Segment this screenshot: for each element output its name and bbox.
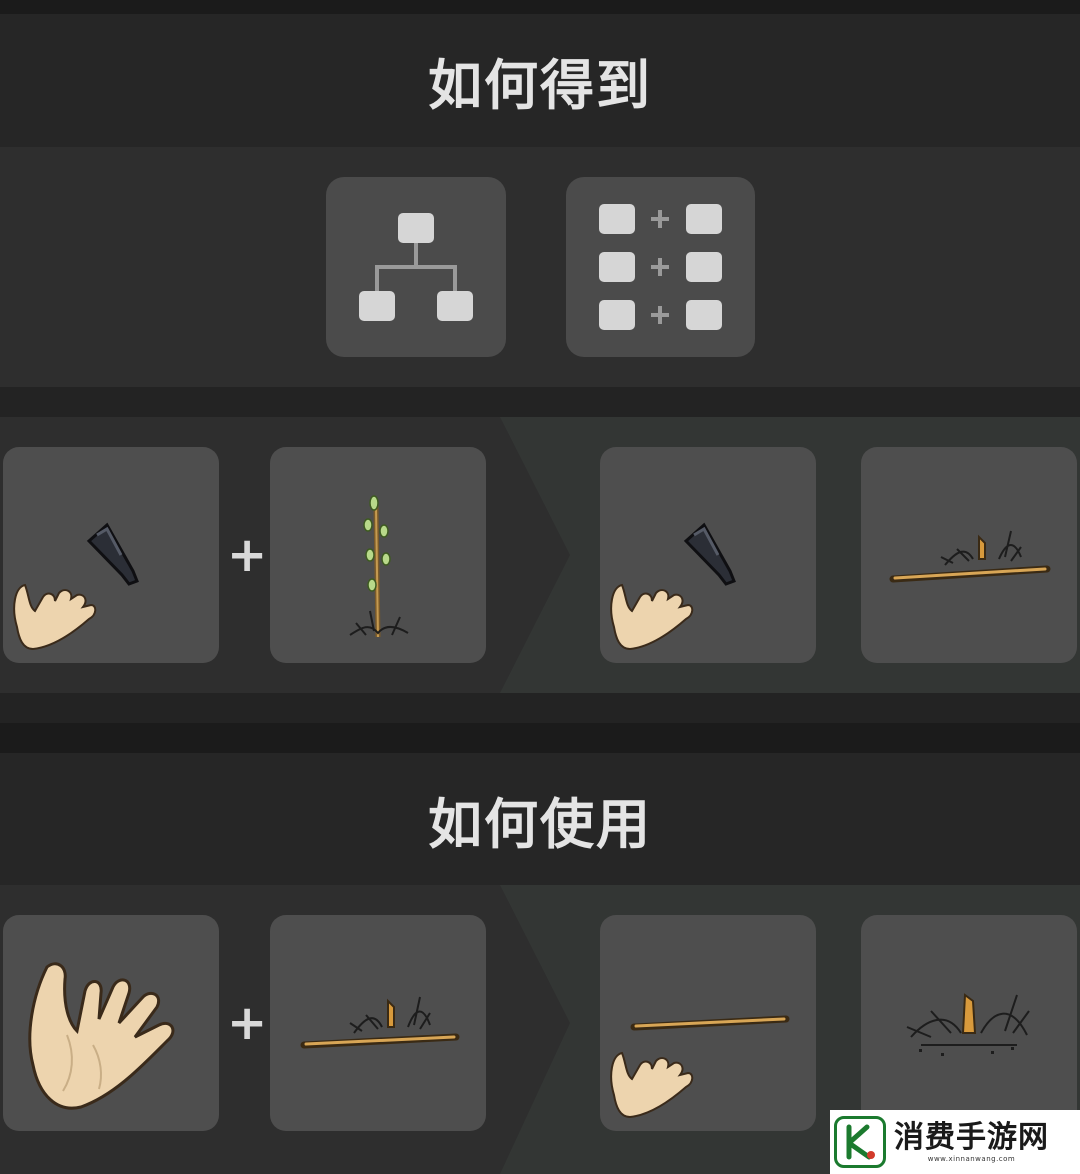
output-slot-tinder[interactable] (861, 915, 1077, 1131)
output-slot-hand-flint[interactable] (600, 447, 816, 663)
plus-sign: + (227, 527, 268, 583)
recipe-grid-icon (599, 204, 722, 330)
gap-2 (0, 693, 1080, 723)
dry-tinder-icon (906, 993, 1030, 1056)
sapling-icon (349, 495, 409, 638)
recipe-list-button[interactable] (566, 177, 755, 357)
obtain-recipe-row: + (0, 417, 1080, 693)
output-slot-kindling[interactable] (861, 447, 1077, 663)
use-section-title: 如何使用 (428, 792, 652, 856)
tree-view-button[interactable] (326, 177, 506, 357)
gap-1 (0, 387, 1080, 417)
watermark-logo-icon (834, 1116, 886, 1168)
input-slot-sapling[interactable] (270, 447, 486, 663)
obtain-title-band: 如何得到 (0, 14, 1080, 147)
hand-with-flint-icon (13, 522, 139, 651)
output-slot-hand-stick[interactable] (600, 915, 816, 1131)
hand-with-flint-icon (610, 522, 736, 651)
obtain-method-tabs (0, 147, 1080, 387)
input-slot-kindling[interactable] (270, 915, 486, 1131)
input-slot-bare-hand[interactable] (3, 915, 219, 1131)
tree-diagram-icon (359, 213, 473, 321)
kindling-stick-icon (889, 530, 1051, 583)
plus-sign: + (227, 995, 268, 1051)
kindling-stick-icon (300, 996, 460, 1049)
input-slot-hand-flint[interactable] (3, 447, 219, 663)
obtain-section-title: 如何得到 (428, 54, 652, 117)
gap-3 (0, 723, 1080, 753)
watermark-url: www.xinnanwang.com (927, 1155, 1016, 1163)
watermark-text: 消费手游网 (894, 1120, 1049, 1155)
hand-with-stick-icon (610, 1015, 790, 1119)
use-title-band: 如何使用 (0, 753, 1080, 885)
watermark-text-block: 消费手游网 www.xinnanwang.com (894, 1120, 1049, 1164)
top-strip (0, 0, 1080, 14)
watermark: 消费手游网 www.xinnanwang.com (830, 1110, 1080, 1174)
bare-hand-icon (28, 962, 175, 1110)
